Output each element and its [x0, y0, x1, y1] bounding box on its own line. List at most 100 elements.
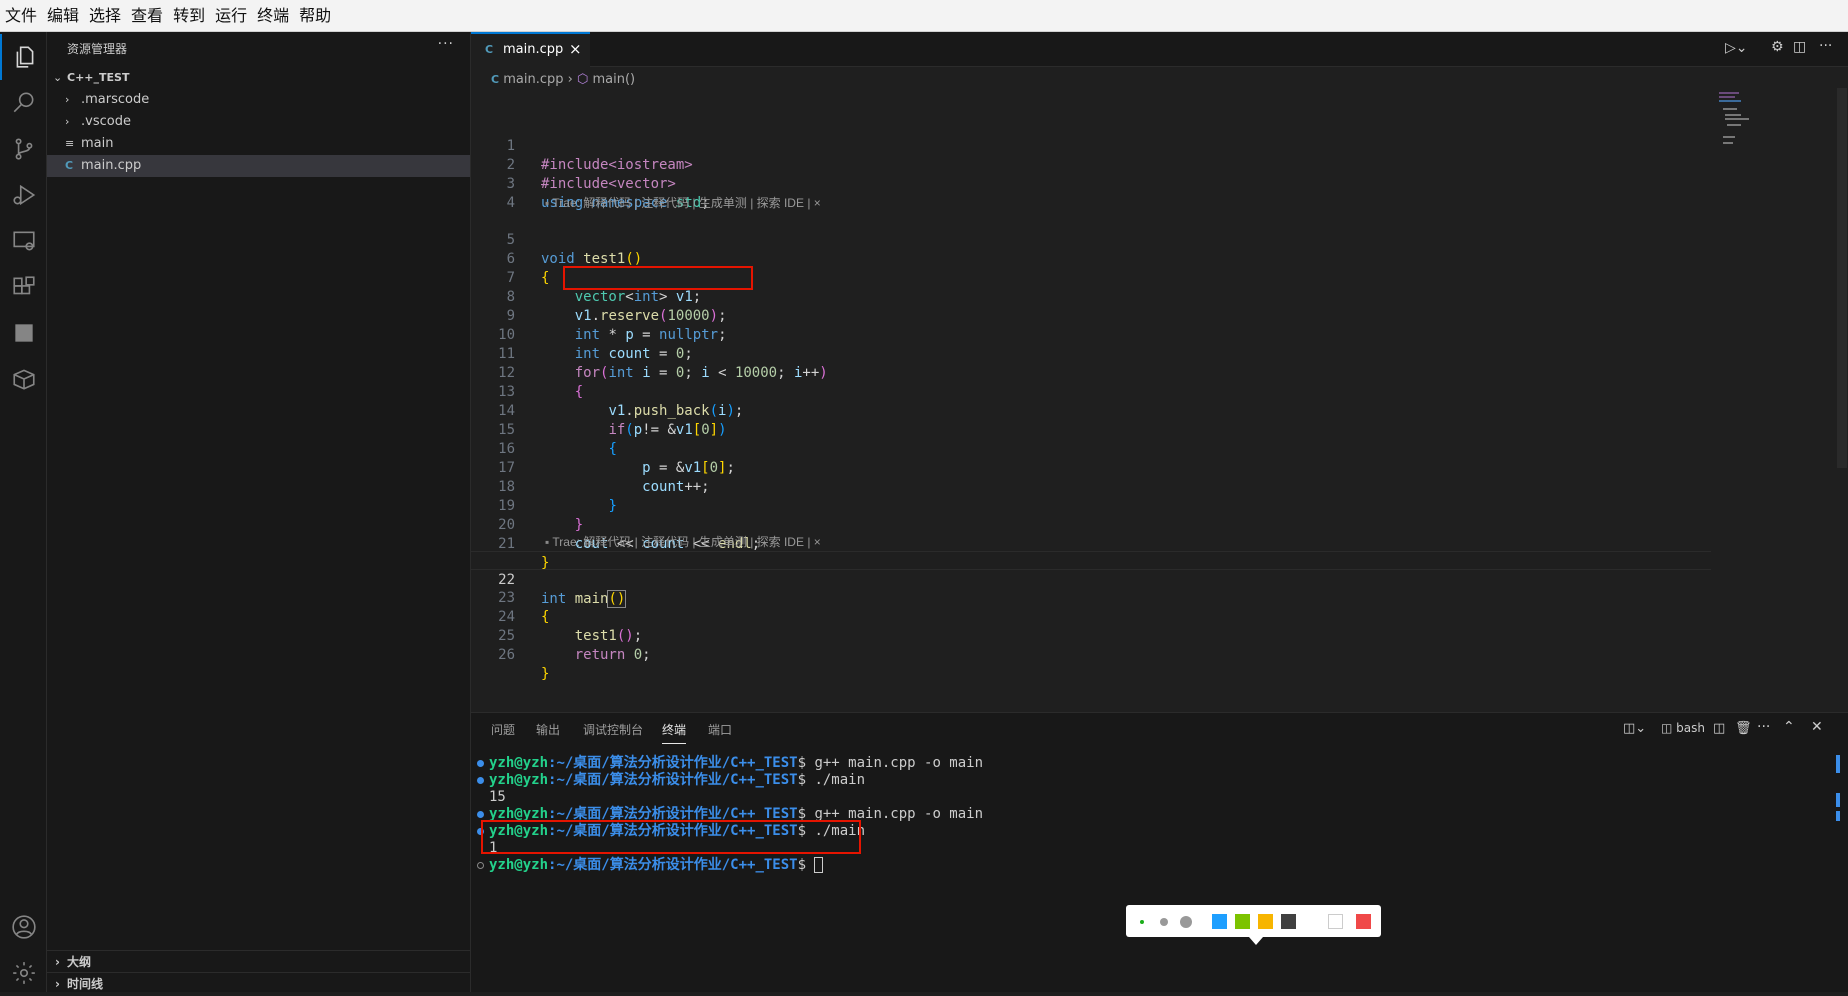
swatch-dark[interactable] [1281, 914, 1296, 929]
breadcrumb-file[interactable]: main.cpp [503, 72, 563, 87]
menu-selection[interactable]: 选择 [84, 0, 126, 32]
terminal-command: $ ./main [797, 772, 866, 788]
menu-edit[interactable]: 编辑 [42, 0, 84, 32]
trae-icon: ▪ [545, 535, 550, 549]
scroll-marker [1836, 793, 1840, 807]
search-icon[interactable] [0, 80, 47, 126]
medium-dot-size[interactable] [1160, 918, 1168, 926]
split-editor-icon[interactable]: ◫ [1793, 39, 1806, 55]
highlight-box [563, 266, 753, 290]
cube-icon: ⬡ [576, 72, 589, 87]
tree-item-main[interactable]: ≡ main [47, 133, 470, 155]
code-line: 12 { [471, 345, 1711, 400]
code-line: 21 } [471, 516, 1711, 571]
toolbar-pointer [1249, 937, 1263, 945]
source-control-icon[interactable] [0, 126, 47, 172]
swatch-red[interactable] [1356, 914, 1371, 929]
cpp-file-icon: C [485, 43, 494, 56]
terminal-line: yzh@yzh:~/桌面/算法分析设计作业/C++_TEST$ ./main [489, 772, 865, 789]
tab-terminal[interactable]: 终端 [662, 721, 687, 744]
tree-item-main-cpp[interactable]: C main.cpp [47, 155, 470, 177]
swatch-blue[interactable] [1212, 914, 1227, 929]
tree-item-vscode[interactable]: › .vscode [47, 111, 470, 133]
maximize-panel-icon[interactable]: ⌃ [1783, 719, 1795, 735]
prompt-user: yzh@yzh [489, 755, 549, 771]
large-dot-size[interactable] [1180, 916, 1192, 928]
tab-output[interactable]: 输出 [536, 721, 560, 743]
code-line: 4 [471, 175, 1711, 211]
codelens-text: Trae: 解释代码 | 注释代码 | 生成单测 | 探索 IDE | × [552, 535, 821, 549]
tab-close-icon[interactable]: × [569, 34, 582, 65]
menu-terminal[interactable]: 终端 [252, 0, 294, 32]
command-pending-dot [477, 862, 484, 869]
outline-section[interactable]: › 大纲 [47, 950, 470, 973]
code-line-current: 22 int main() [471, 551, 1711, 608]
tab-debug-console[interactable]: 调试控制台 [583, 721, 643, 743]
menu-run[interactable]: 运行 [210, 0, 252, 32]
explorer-sidebar: 资源管理器 ··· ⌄ C++_TEST › .marscode › .vsco… [47, 32, 471, 992]
code-line: 15 { [471, 402, 1711, 457]
terminal-shell-selector[interactable]: ◫ bash [1661, 721, 1705, 735]
chevron-right-icon: › [65, 115, 70, 128]
new-terminal-icon[interactable]: ◫⌄ [1623, 721, 1646, 736]
swatch-green[interactable] [1235, 914, 1250, 929]
panel-toggle-icon[interactable] [0, 310, 47, 356]
code-line: 26 } [471, 627, 1711, 682]
trae-icon: ▪ [545, 196, 550, 210]
explorer-more-button[interactable]: ··· [438, 36, 454, 52]
breadcrumb: C main.cpp › ⬡ main() [491, 69, 635, 91]
shell-label: bash [1676, 721, 1705, 735]
editor-area: C main.cpp × ▷⌄ ⚙ ◫ ··· C main.cpp › ⬡ m… [471, 32, 1848, 712]
codelens-text: Trae: 解释代码 | 注释代码 | 生成单测 | 探索 IDE | × [552, 196, 821, 210]
swatch-yellow[interactable] [1258, 914, 1273, 929]
code-line: 14 if(p!= &v1[0]) [471, 383, 1711, 438]
tree-item-label: main [81, 136, 114, 151]
account-icon[interactable] [0, 904, 47, 950]
menu-view[interactable]: 查看 [126, 0, 168, 32]
code-line: 16 p = &v1[0]; [471, 421, 1711, 476]
package-icon[interactable] [0, 356, 47, 402]
terminal-line: yzh@yzh:~/桌面/算法分析设计作业/C++_TEST$ g++ main… [489, 755, 983, 772]
more-actions-icon[interactable]: ··· [1757, 719, 1770, 735]
breadcrumb-symbol[interactable]: main() [592, 72, 635, 87]
tab-problems[interactable]: 问题 [491, 721, 515, 743]
explorer-icon[interactable] [0, 34, 47, 80]
code-line: 10 int count = 0; [471, 307, 1711, 362]
run-debug-icon[interactable] [0, 172, 47, 218]
small-dot-size[interactable] [1140, 920, 1144, 924]
tab-main-cpp[interactable]: C main.cpp × [471, 32, 590, 67]
folder-root[interactable]: ⌄ C++_TEST [47, 67, 470, 89]
breadcrumb-separator: › [567, 72, 577, 87]
gear-icon[interactable]: ⚙ [1771, 39, 1784, 55]
extensions-icon[interactable] [0, 264, 47, 310]
run-icon[interactable]: ▷⌄ [1725, 40, 1748, 56]
tab-ports[interactable]: 端口 [708, 721, 732, 743]
codelens[interactable]: ▪ Trae: 解释代码 | 注释代码 | 生成单测 | 探索 IDE | × [545, 195, 821, 212]
keyword: return [574, 647, 626, 663]
code-line: 2 #include<vector> [471, 137, 1711, 192]
menu-help[interactable]: 帮助 [294, 0, 336, 32]
swatch-white[interactable] [1328, 914, 1343, 929]
minimap[interactable] [1719, 88, 1759, 148]
trash-icon[interactable]: 🗑 [1735, 721, 1752, 736]
remote-explorer-icon[interactable] [0, 218, 47, 264]
command-success-dot [477, 811, 484, 818]
chevron-right-icon: › [55, 955, 60, 969]
code-line: 1 #include<iostream> [471, 118, 1711, 173]
command-success-dot [477, 777, 484, 784]
codelens[interactable]: ▪ Trae: 解释代码 | 注释代码 | 生成单测 | 探索 IDE | × [545, 534, 821, 551]
editor-scrollbar[interactable] [1837, 88, 1847, 468]
tab-bar: C main.cpp × ▷⌄ ⚙ ◫ ··· [471, 32, 1848, 67]
tree-item-marscode[interactable]: › .marscode [47, 89, 470, 111]
menu-go[interactable]: 转到 [168, 0, 210, 32]
menu-file[interactable]: 文件 [0, 0, 42, 32]
cpp-file-icon: C [65, 159, 74, 172]
more-actions-icon[interactable]: ··· [1819, 38, 1832, 54]
tree-item-label: .marscode [81, 92, 150, 107]
number: 0 [633, 647, 643, 663]
close-panel-icon[interactable]: ✕ [1811, 719, 1823, 735]
settings-gear-icon[interactable] [0, 950, 47, 996]
split-terminal-icon[interactable]: ◫ [1713, 721, 1725, 736]
menu-bar: 文件 编辑 选择 查看 转到 运行 终端 帮助 [0, 0, 1848, 32]
code-line: 6 { [471, 231, 1711, 286]
